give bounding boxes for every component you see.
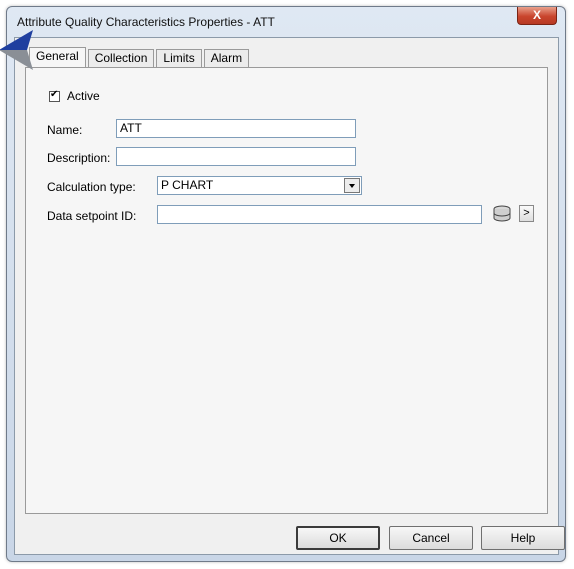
tab-limits[interactable]: Limits [156,49,202,67]
tab-alarm[interactable]: Alarm [203,49,250,67]
properties-dialog: Attribute Quality Characteristics Proper… [6,6,566,562]
calculation-type-select[interactable]: P CHART [157,176,362,195]
title-bar: Attribute Quality Characteristics Proper… [7,7,565,35]
active-label: Active [67,89,100,103]
window-title: Attribute Quality Characteristics Proper… [17,15,275,29]
database-icon [493,205,511,222]
tab-collection[interactable]: Collection [87,49,155,67]
database-browse-button[interactable] [491,204,513,224]
tab-strip: General Collection Limits Alarm [29,47,251,68]
dropdown-button[interactable] [344,178,360,193]
dialog-client-area: General Collection Limits Alarm ✔ Active… [14,37,565,555]
description-label: Description: [47,151,111,165]
pointer-arrow-icon [0,30,33,70]
more-button[interactable]: > [519,205,534,222]
calculation-type-value: P CHART [161,178,214,192]
chevron-down-icon [349,184,355,188]
cancel-button[interactable]: Cancel [389,526,473,550]
general-tab-panel: ✔ Active Name: ATT Description: Calculat… [25,67,548,514]
name-field[interactable]: ATT [116,119,356,138]
check-mark-icon: ✔ [50,89,59,100]
name-label: Name: [47,123,83,137]
help-button[interactable]: Help [481,526,565,550]
description-field[interactable] [116,147,356,166]
data-setpoint-id-label: Data setpoint ID: [47,209,137,223]
calculation-type-label: Calculation type: [47,180,136,194]
data-setpoint-id-field[interactable] [157,205,482,224]
ok-button[interactable]: OK [296,526,380,550]
active-checkbox[interactable]: ✔ [49,89,60,102]
close-button[interactable]: X [517,7,557,25]
